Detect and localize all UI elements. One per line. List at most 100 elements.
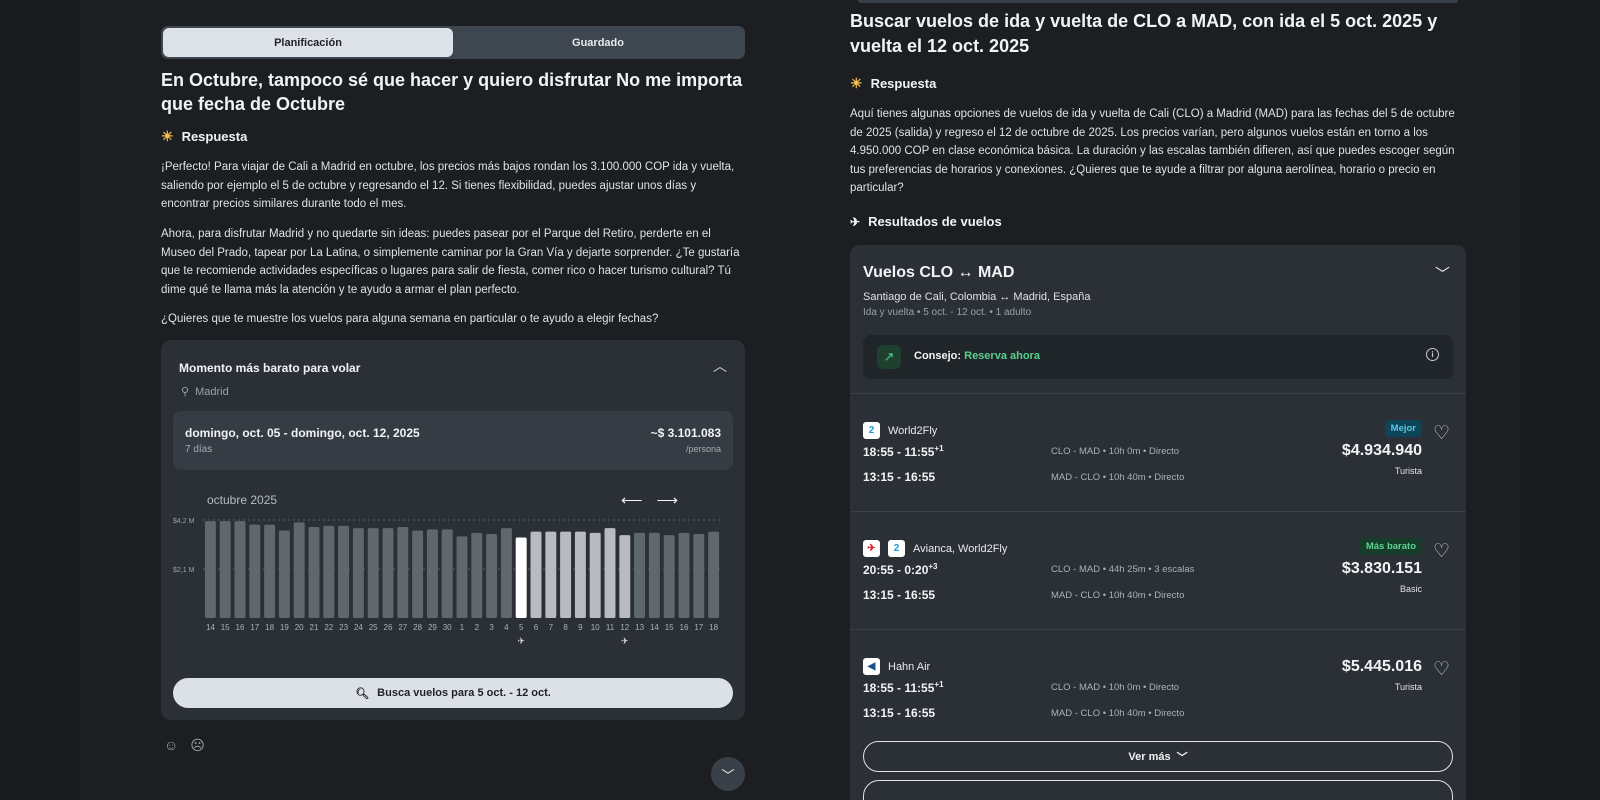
thumbs-down-icon[interactable]: ☹ <box>190 737 205 754</box>
fare-class: Basic <box>1399 584 1422 594</box>
x-tick-label: 16 <box>680 623 689 632</box>
scroll-down-button[interactable]: ﹀ <box>711 757 745 791</box>
chart-bar[interactable] <box>634 532 646 618</box>
chart-bar[interactable] <box>693 534 705 618</box>
chart-bar[interactable] <box>426 529 438 618</box>
chart-bar[interactable] <box>648 532 660 618</box>
chart-bar[interactable] <box>234 521 246 618</box>
x-tick-label: 14 <box>206 623 215 632</box>
chart-bar[interactable] <box>367 528 379 618</box>
x-tick-label: 3 <box>489 623 494 632</box>
tab-guardado[interactable]: Guardado <box>453 28 743 57</box>
arrow-left-icon[interactable]: ⟵ <box>621 491 643 509</box>
x-tick-label: 23 <box>339 623 348 632</box>
chevron-up-icon[interactable]: ︿ <box>713 356 727 376</box>
results-label: Resultados de vuelos <box>868 214 1002 229</box>
chart-bar[interactable] <box>678 532 690 618</box>
chart-bar[interactable] <box>441 529 453 618</box>
chart-bar[interactable] <box>486 534 498 618</box>
chart-bar[interactable] <box>663 535 675 618</box>
info-icon[interactable]: i <box>1426 348 1439 361</box>
flight-row[interactable]: ◀ Hahn Air 18:55 - 11:55+1 13:15 - 16:55… <box>850 629 1466 747</box>
chart-bar[interactable] <box>530 531 542 618</box>
response-label: Respuesta <box>181 129 248 144</box>
outbound-time-text: 20:55 - 0:20 <box>863 563 929 577</box>
chart-bar[interactable] <box>456 536 468 618</box>
x-tick-label: 13 <box>635 623 644 632</box>
month-label: octubre 2025 <box>207 493 278 507</box>
cheapest-badge: Más barato <box>1359 538 1422 555</box>
chart-bar[interactable] <box>500 528 512 618</box>
x-tick-label: 5 <box>519 623 524 632</box>
tip-action[interactable]: Reserva ahora <box>964 350 1040 362</box>
chevron-down-icon[interactable]: ﹀ <box>1435 263 1450 284</box>
chevron-down-icon: ﹀ <box>721 767 735 783</box>
lightbulb-icon: ☀ <box>161 128 174 144</box>
x-tick-label: 15 <box>665 623 674 632</box>
world2fly-logo-icon: 2 <box>863 422 880 439</box>
cheapest-dates-box[interactable]: domingo, oct. 05 - domingo, oct. 12, 202… <box>173 411 733 470</box>
flight-row[interactable]: 2 World2Fly 18:55 - 11:55+1 13:15 - 16:5… <box>850 393 1466 511</box>
flight-price: $5.445.016 <box>1341 658 1422 675</box>
heart-icon[interactable]: ♡ <box>1433 658 1450 681</box>
chart-bar[interactable] <box>619 535 631 618</box>
best-badge: Mejor <box>1384 420 1422 437</box>
left-gutter <box>0 0 80 800</box>
chart-bar[interactable] <box>397 527 409 618</box>
trip-duration: 7 días <box>185 444 213 455</box>
x-tick-label: 18 <box>709 623 718 632</box>
cheapest-dates: domingo, oct. 05 - domingo, oct. 12, 202… <box>185 426 420 440</box>
arrow-right-icon[interactable]: ⟶ <box>657 491 679 509</box>
chart-bar[interactable] <box>293 522 305 618</box>
chart-bar[interactable] <box>515 537 527 619</box>
show-more-button[interactable]: Ver más ﹀ <box>863 741 1453 772</box>
chart-bar[interactable] <box>338 525 350 618</box>
search-flights-button[interactable]: 🔍︎ Busca vuelos para 5 oct. - 12 oct. <box>173 678 733 708</box>
chart-bar[interactable] <box>382 528 394 618</box>
x-tick-label: 20 <box>295 623 304 632</box>
chart-bar[interactable] <box>471 532 483 618</box>
chart-bar[interactable] <box>264 524 276 618</box>
flight-row[interactable]: ✈ 2 Avianca, World2Fly 20:55 - 0:20+3 13… <box>850 511 1466 629</box>
x-tick-label: 18 <box>265 623 274 632</box>
outbound-time-text: 18:55 - 11:55 <box>863 445 935 459</box>
chart-bar[interactable] <box>412 530 424 619</box>
thumbs-up-icon[interactable]: ☺ <box>164 737 178 754</box>
tab-planificacion[interactable]: Planificación <box>163 28 453 57</box>
tip-box: ↗ Consejo: Reserva ahora i <box>863 335 1453 379</box>
trip-meta: Ida y vuelta • 5 oct. - 12 oct. • 1 adul… <box>863 307 1032 318</box>
chart-bar[interactable] <box>604 528 616 618</box>
x-tick-label: 14 <box>650 623 659 632</box>
outbound-time-text: 18:55 - 11:55 <box>863 681 935 695</box>
flights-card: Vuelos CLO ↔ MAD ﹀ Santiago de Cali, Col… <box>850 245 1466 800</box>
chart-bar[interactable] <box>589 532 601 618</box>
airline-row: 2 World2Fly <box>863 422 937 439</box>
chart-bar[interactable] <box>545 531 557 618</box>
x-tick-label: 17 <box>694 623 703 632</box>
x-tick-label: 15 <box>221 623 230 632</box>
chart-bar[interactable] <box>308 527 320 618</box>
x-tick-label: 7 <box>549 623 554 632</box>
chart-bar[interactable] <box>278 530 290 619</box>
chart-bar[interactable] <box>708 531 720 618</box>
question-title: En Octubre, tampoco sé que hacer y quier… <box>161 70 743 114</box>
chart-bar[interactable] <box>352 528 364 618</box>
heart-icon[interactable]: ♡ <box>1433 422 1450 445</box>
chart-bar[interactable] <box>323 525 335 618</box>
airline-name: Hahn Air <box>888 660 931 673</box>
hahn-air-logo-icon: ◀ <box>863 658 880 675</box>
chart-bar[interactable] <box>219 521 231 618</box>
search-title: Buscar vuelos de ida y vuelta de CLO a M… <box>850 11 1438 56</box>
chart-bar[interactable] <box>560 531 572 618</box>
heart-icon[interactable]: ♡ <box>1433 540 1450 563</box>
plane-takeoff-icon: ✈ <box>850 214 861 229</box>
chart-bar[interactable] <box>204 521 216 618</box>
chart-bar[interactable] <box>249 524 261 618</box>
chart-bar[interactable] <box>574 531 586 618</box>
secondary-button[interactable] <box>863 780 1453 800</box>
airline-name: Avianca, World2Fly <box>913 542 1008 555</box>
x-tick-label: 8 <box>563 623 568 632</box>
x-tick-label: 28 <box>413 623 422 632</box>
return-time: 13:15 - 16:55 <box>863 470 936 484</box>
x-tick-label: 24 <box>354 623 363 632</box>
